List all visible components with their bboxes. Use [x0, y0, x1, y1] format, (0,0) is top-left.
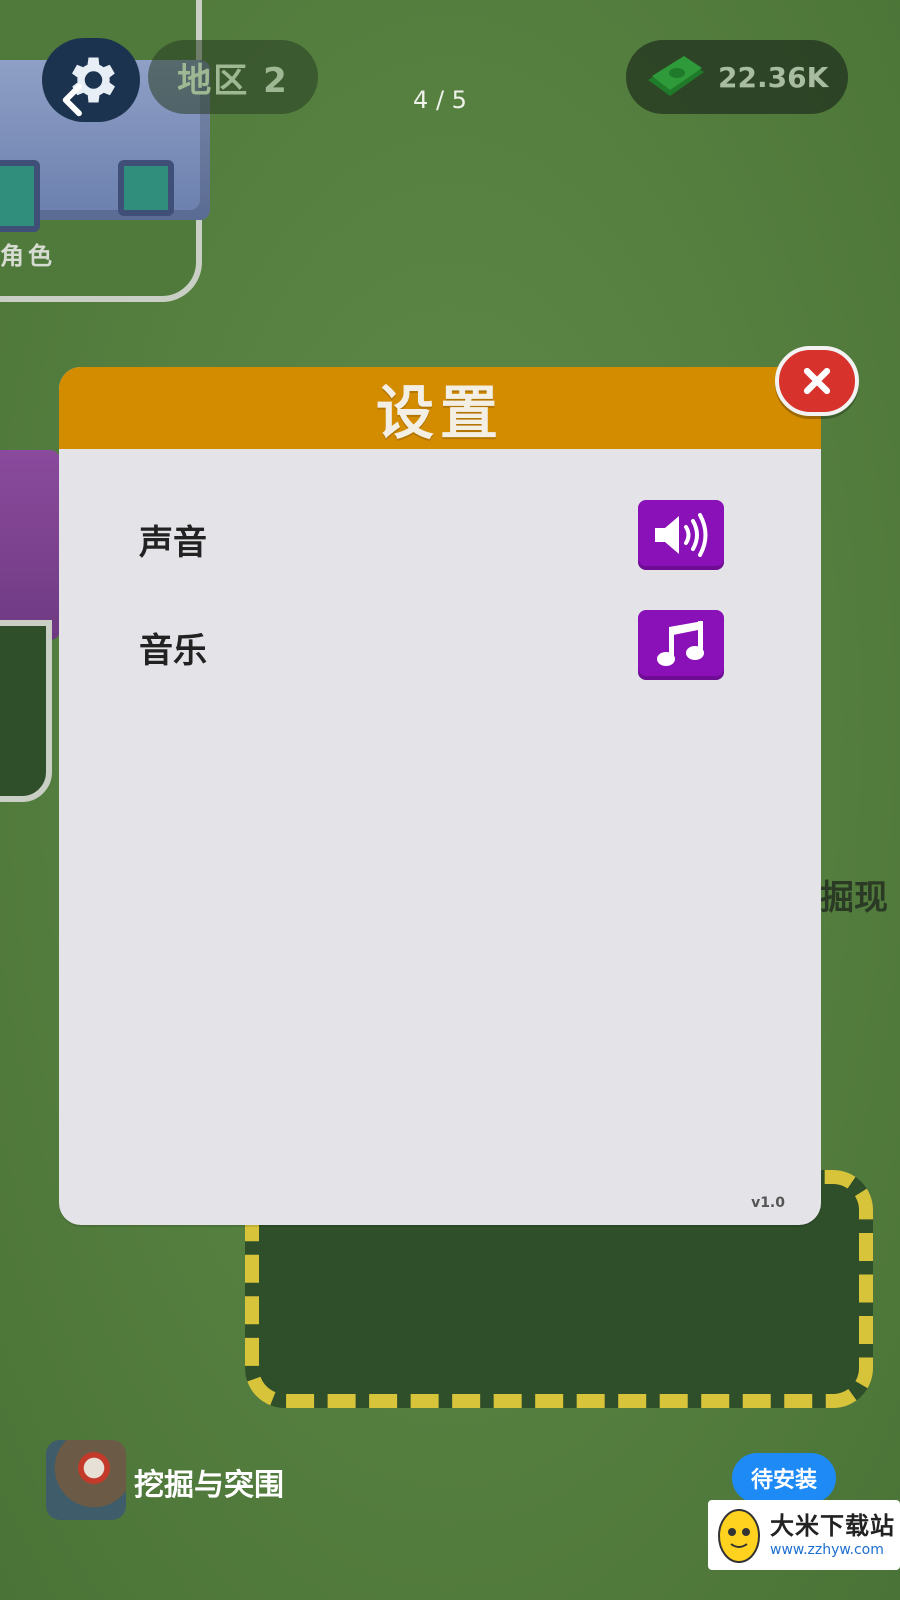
page-indicator: 4 / 5	[413, 86, 467, 114]
mascot-logo	[718, 1509, 760, 1563]
sound-label: 声音	[139, 523, 207, 563]
version-label: v1.0	[751, 1195, 785, 1211]
music-toggle-button[interactable]	[638, 610, 724, 680]
close-button[interactable]	[775, 346, 859, 416]
building-window	[118, 160, 174, 216]
building-window	[0, 160, 40, 232]
region-label: 地区 2	[148, 40, 318, 114]
money-display: 22.36K	[626, 40, 848, 114]
cash-icon	[648, 56, 704, 96]
chevron-left-icon	[62, 83, 82, 117]
back-button[interactable]	[54, 80, 94, 120]
money-value: 22.36K	[718, 60, 829, 94]
install-button[interactable]: 待安装	[732, 1453, 836, 1503]
app-name[interactable]: 挖掘与突围	[134, 1460, 284, 1504]
music-label: 音乐	[139, 631, 207, 671]
partial-scene-text: 掘现	[820, 878, 888, 918]
music-note-icon	[657, 621, 704, 666]
dark-pad	[0, 620, 52, 802]
role-label: 角色	[0, 242, 56, 270]
purple-structure	[0, 450, 60, 640]
dialog-header: 设置	[59, 367, 821, 449]
app-icon[interactable]	[46, 1440, 126, 1520]
dialog-title: 设置	[375, 379, 504, 447]
speaker-icon	[655, 513, 708, 557]
close-icon	[803, 367, 831, 395]
site-watermark: 大米下载站 www.zzhyw.com	[708, 1500, 900, 1570]
sound-toggle-button[interactable]	[638, 500, 724, 570]
watermark-url: www.zzhyw.com	[770, 1542, 884, 1558]
watermark-title: 大米下载站	[770, 1512, 895, 1540]
settings-dialog: 设置 声音 音乐 v1.0	[59, 367, 821, 1225]
